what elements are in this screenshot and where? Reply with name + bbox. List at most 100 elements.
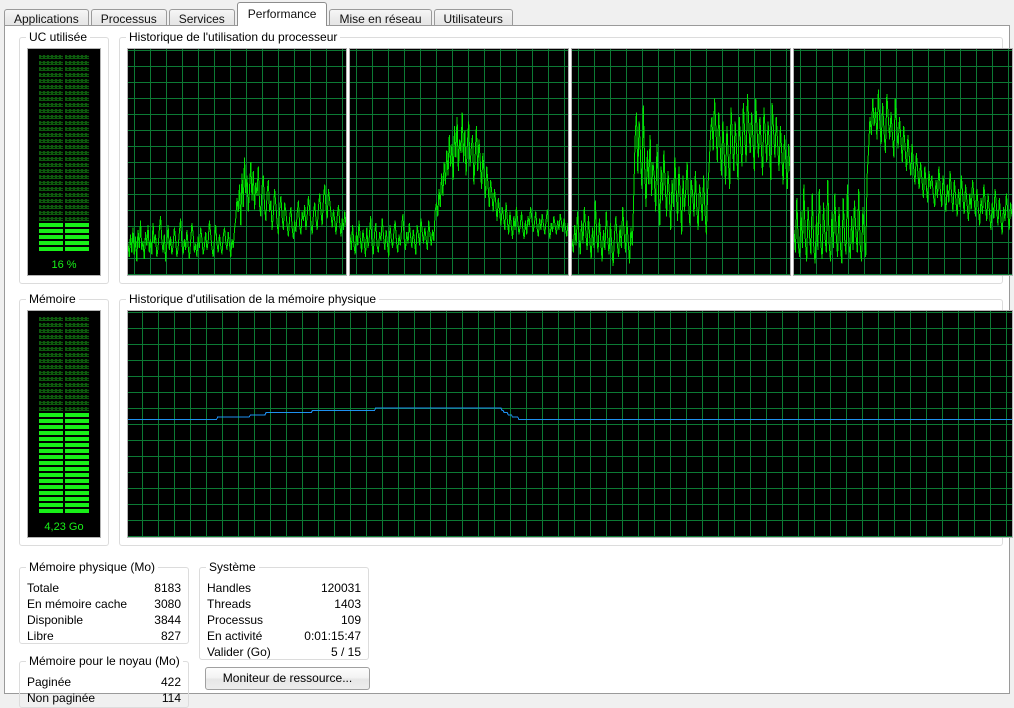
meter-segment xyxy=(39,359,63,363)
meter-segment xyxy=(39,163,63,167)
meter-segment xyxy=(39,425,63,429)
graph-canvas xyxy=(350,49,568,275)
meter-segment xyxy=(65,437,89,441)
meter-segment xyxy=(65,121,89,125)
memory-history-graph xyxy=(127,310,1013,538)
meter-segment xyxy=(39,79,63,83)
cpu-usage-value: 16 % xyxy=(51,259,77,271)
meter-segment xyxy=(65,389,89,393)
meter-segment xyxy=(65,317,89,321)
memory-history-title: Historique d'utilisation de la mémoire p… xyxy=(126,292,380,306)
graph-canvas xyxy=(128,311,1012,537)
memory-usage-value: 4,23 Go xyxy=(44,521,84,533)
meter-segment xyxy=(65,359,89,363)
meter-segment xyxy=(65,241,89,245)
meter-segment xyxy=(39,181,63,185)
meter-segment xyxy=(39,241,63,245)
stat-label: Paginée xyxy=(27,675,72,689)
meter-segment xyxy=(65,151,89,155)
stat-row: Totale 8183 xyxy=(27,580,181,596)
stat-label: Processus xyxy=(207,613,264,627)
meter-segment xyxy=(65,91,89,95)
cpu-history-graph-2 xyxy=(349,48,569,276)
meter-segment xyxy=(39,497,63,501)
meter-segment xyxy=(65,353,89,357)
meter-segment xyxy=(65,103,89,107)
meter-segment xyxy=(39,151,63,155)
meter-segment xyxy=(65,461,89,465)
meter-segment xyxy=(39,437,63,441)
meter-column xyxy=(39,317,63,515)
meter-segment xyxy=(65,139,89,143)
stat-label: En activité xyxy=(207,629,263,643)
meter-segment xyxy=(39,431,63,435)
system-stats: Handles 120031 Threads 1403 Processus 10… xyxy=(207,580,361,660)
meter-segment xyxy=(65,247,89,251)
meter-segment xyxy=(39,211,63,215)
stat-value: 422 xyxy=(160,675,181,689)
meter-segment xyxy=(39,139,63,143)
stat-label: Handles xyxy=(207,581,252,595)
cpu-meter-segments xyxy=(39,55,89,253)
meter-segment xyxy=(65,73,89,77)
meter-segment xyxy=(39,401,63,405)
meter-segment xyxy=(39,395,63,399)
cpu-history-graph-3 xyxy=(571,48,791,276)
meter-segment xyxy=(65,229,89,233)
meter-segment xyxy=(65,199,89,203)
meter-segment xyxy=(39,193,63,197)
meter-segment xyxy=(65,211,89,215)
meter-segment xyxy=(39,479,63,483)
meter-segment xyxy=(39,127,63,131)
meter-segment xyxy=(65,97,89,101)
meter-segment xyxy=(39,335,63,339)
meter-segment xyxy=(65,175,89,179)
meter-segment xyxy=(39,389,63,393)
meter-segment xyxy=(39,157,63,161)
stat-label: Valider (Go) xyxy=(207,645,271,659)
meter-segment xyxy=(39,91,63,95)
meter-segment xyxy=(65,235,89,239)
stat-value: 827 xyxy=(160,629,181,643)
graph-canvas xyxy=(128,49,346,275)
meter-segment xyxy=(39,449,63,453)
meter-segment xyxy=(65,61,89,65)
tab-performance[interactable]: Performance xyxy=(236,2,328,26)
meter-segment xyxy=(39,97,63,101)
meter-segment xyxy=(65,79,89,83)
meter-segment xyxy=(65,449,89,453)
meter-segment xyxy=(65,335,89,339)
performance-panel: UC utilisée 16 % Mémoire 4,23 Go Histori… xyxy=(4,26,1013,708)
meter-segment xyxy=(65,187,89,191)
stat-row: Libre 827 xyxy=(27,628,181,644)
graph-line xyxy=(572,94,790,266)
meter-segment xyxy=(39,413,63,417)
meter-segment xyxy=(65,181,89,185)
stat-value: 5 / 15 xyxy=(330,645,361,659)
cpu-history-title: Historique de l'utilisation du processeu… xyxy=(126,30,341,44)
cpu-history-graph-1 xyxy=(127,48,347,276)
meter-segment xyxy=(39,247,63,251)
meter-segment xyxy=(39,317,63,321)
stat-row: Non paginée 114 xyxy=(27,690,181,706)
graph-line xyxy=(128,157,346,262)
meter-segment xyxy=(39,175,63,179)
meter-segment xyxy=(65,341,89,345)
memory-title: Mémoire xyxy=(26,292,79,306)
meter-segment xyxy=(65,383,89,387)
stat-label: Disponible xyxy=(27,613,84,627)
meter-column xyxy=(39,55,63,253)
resource-monitor-button[interactable]: Moniteur de ressource... xyxy=(205,667,370,690)
meter-segment xyxy=(39,103,63,107)
physical-memory-group: Mémoire physique (Mo) Totale 8183 En mém… xyxy=(19,560,189,644)
stat-value: 3844 xyxy=(154,613,181,627)
meter-segment xyxy=(65,205,89,209)
meter-segment xyxy=(65,413,89,417)
memory-meter: 4,23 Go xyxy=(27,310,101,538)
tab-separator-line xyxy=(4,25,1010,26)
meter-segment xyxy=(65,467,89,471)
system-title: Système xyxy=(206,560,259,574)
meter-segment xyxy=(39,323,63,327)
stat-row: Paginée 422 xyxy=(27,674,181,690)
meter-segment xyxy=(39,199,63,203)
